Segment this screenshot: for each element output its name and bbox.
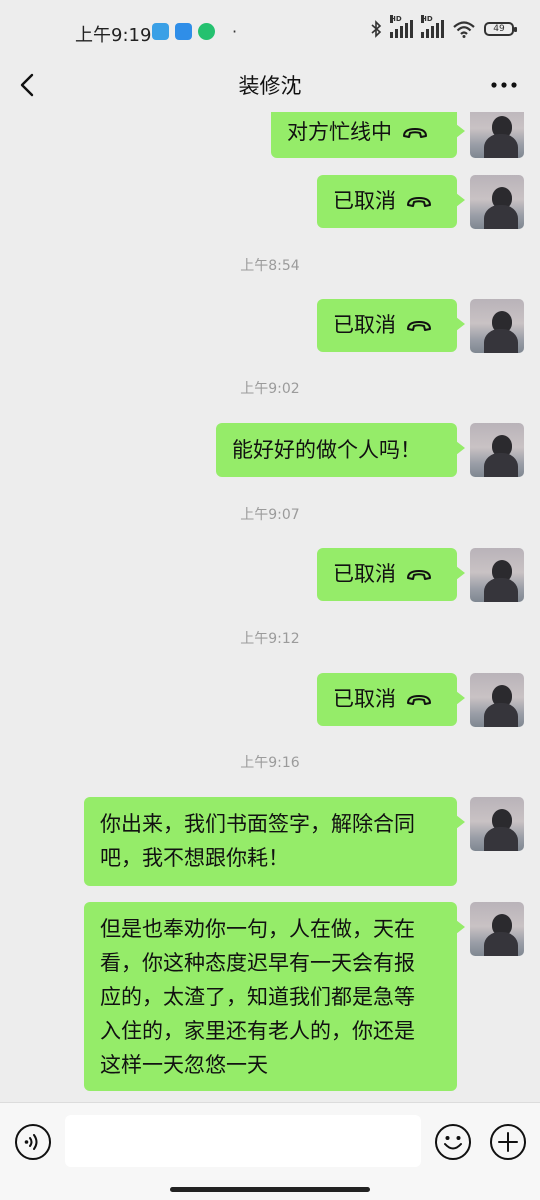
avatar[interactable] bbox=[470, 797, 524, 851]
chat-title: 装修沈 bbox=[238, 74, 302, 98]
message-text-line: 但是也奉劝你一句，人在做，天在 bbox=[100, 917, 415, 941]
call-record-bubble[interactable]: 已取消 bbox=[317, 299, 465, 352]
call-status-text: 已取消 bbox=[333, 313, 396, 337]
call-record-bubble[interactable]: 已取消 bbox=[317, 548, 465, 601]
timestamp: 上午8:54 bbox=[240, 258, 300, 274]
status-dot: · bbox=[232, 22, 238, 41]
call-record-bubble[interactable]: 已取消 bbox=[317, 673, 465, 726]
status-bar: 上午9:19 · HD HD 49 bbox=[0, 0, 540, 60]
avatar[interactable] bbox=[470, 902, 524, 956]
more-icon[interactable] bbox=[490, 80, 518, 90]
timestamp: 上午9:02 bbox=[240, 381, 300, 397]
hangup-phone-icon bbox=[407, 197, 431, 207]
avatar[interactable] bbox=[470, 423, 524, 477]
hangup-phone-icon bbox=[403, 128, 427, 138]
signal-icon: HD bbox=[390, 15, 413, 38]
hangup-phone-icon bbox=[407, 695, 431, 705]
call-status-text: 对方忙线中 bbox=[287, 120, 392, 144]
app-notification-icon bbox=[175, 23, 192, 40]
avatar[interactable] bbox=[470, 175, 524, 229]
timestamp: 上午9:12 bbox=[240, 631, 300, 647]
battery-icon: 49 bbox=[484, 22, 517, 36]
message-text-line: 应的，太渣了，知道我们都是急等 bbox=[100, 985, 415, 1009]
timestamp: 上午9:07 bbox=[240, 507, 300, 523]
app-notification-icon bbox=[152, 23, 169, 40]
message-input[interactable] bbox=[65, 1115, 421, 1167]
hangup-phone-icon bbox=[407, 570, 431, 580]
input-bar bbox=[0, 1102, 540, 1200]
signal-icon: HD bbox=[421, 15, 444, 38]
plus-icon[interactable] bbox=[489, 1123, 527, 1161]
call-record-bubble[interactable]: 对方忙线中 bbox=[271, 112, 465, 158]
hd-label: HD bbox=[421, 15, 433, 23]
message-bubble[interactable]: 能好好的做个人吗！ bbox=[216, 423, 465, 477]
avatar[interactable] bbox=[470, 299, 524, 353]
home-indicator[interactable] bbox=[170, 1187, 370, 1192]
message-text-line: 这样一天忽悠一天 bbox=[100, 1053, 268, 1077]
call-status-text: 已取消 bbox=[333, 562, 396, 586]
message-text-line: 能好好的做个人吗！ bbox=[232, 438, 421, 462]
message-text-line: 入住的，家里还有老人的，你还是 bbox=[100, 1019, 415, 1043]
bluetooth-icon bbox=[371, 20, 382, 38]
avatar[interactable] bbox=[470, 112, 524, 158]
hd-label: HD bbox=[390, 15, 402, 23]
call-status-text: 已取消 bbox=[333, 687, 396, 711]
whatsapp-icon bbox=[198, 23, 215, 40]
status-time: 上午9:19 bbox=[75, 25, 152, 46]
message-bubble[interactable]: 但是也奉劝你一句，人在做，天在 看，你这种态度迟早有一天会有报 应的，太渣了，知… bbox=[84, 902, 465, 1091]
message-bubble[interactable]: 你出来，我们书面签字，解除合同 吧，我不想跟你耗！ bbox=[84, 797, 465, 886]
timestamp: 上午9:16 bbox=[240, 755, 300, 771]
call-record-bubble[interactable]: 已取消 bbox=[317, 175, 465, 228]
message-text-line: 吧，我不想跟你耗！ bbox=[100, 846, 289, 870]
call-status-text: 已取消 bbox=[333, 189, 396, 213]
message-list[interactable]: 对方忙线中 已取消 上午8:54 已取消 上午9:02 能好好的做个人吗！ 上午… bbox=[0, 112, 540, 1102]
notification-icons bbox=[152, 23, 215, 40]
hangup-phone-icon bbox=[407, 321, 431, 331]
wifi-icon bbox=[453, 21, 475, 38]
avatar[interactable] bbox=[470, 548, 524, 602]
message-text-line: 你出来，我们书面签字，解除合同 bbox=[100, 812, 415, 836]
chat-header: 装修沈 bbox=[0, 60, 540, 112]
voice-icon[interactable] bbox=[14, 1123, 52, 1161]
avatar[interactable] bbox=[470, 673, 524, 727]
message-text-line: 看，你这种态度迟早有一天会有报 bbox=[100, 951, 415, 975]
emoji-icon[interactable] bbox=[434, 1123, 472, 1161]
